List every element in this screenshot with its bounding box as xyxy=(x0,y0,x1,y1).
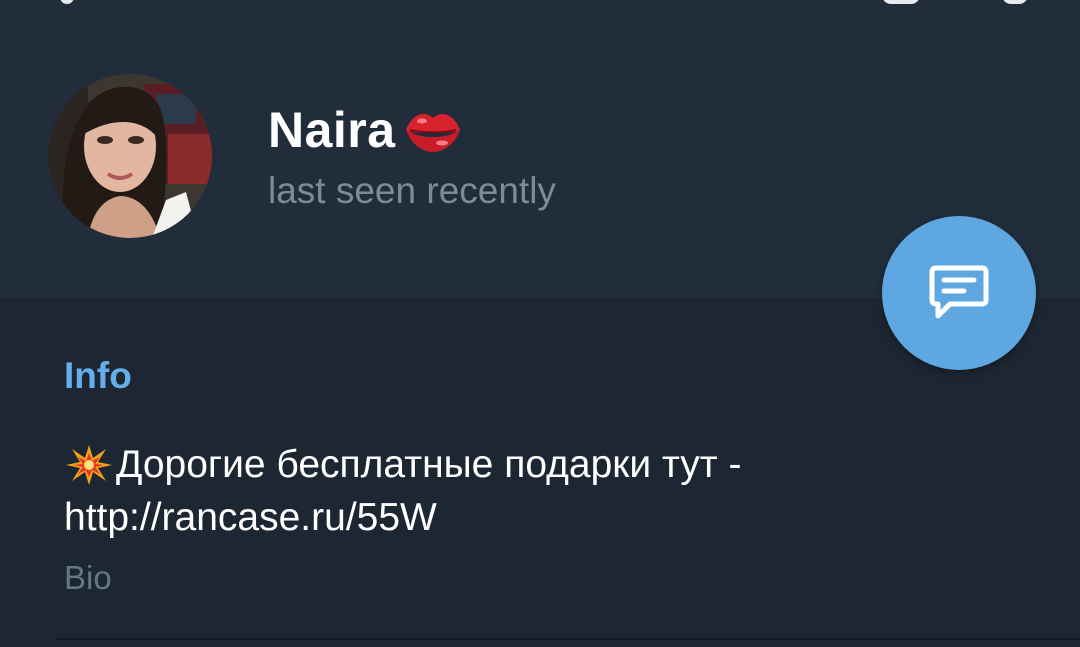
avatar[interactable] xyxy=(48,74,212,238)
bio-text: Дорогие бесплатные подарки тут - xyxy=(116,443,742,486)
collision-emoji xyxy=(66,445,112,485)
bio-link[interactable]: http://rancase.ru/55W xyxy=(64,496,437,539)
profile-name-row: Naira xyxy=(268,98,464,162)
user-photo xyxy=(48,74,212,238)
send-message-button[interactable] xyxy=(882,216,1036,370)
message-icon xyxy=(929,265,989,319)
bio-field-label: Bio xyxy=(64,559,112,596)
profile-name: Naira xyxy=(268,102,396,158)
status-bar-icon xyxy=(1002,0,1028,4)
bio-text-line[interactable]: Дорогие бесплатные подарки тут - xyxy=(64,440,741,490)
last-seen-status: last seen recently xyxy=(268,170,556,211)
info-section-title: Info xyxy=(64,355,132,396)
profile-screen: Naira last seen recently Info Дорогие бе… xyxy=(0,0,1080,647)
status-bar-icon xyxy=(882,0,920,4)
lips-emoji xyxy=(405,114,460,152)
divider xyxy=(56,638,1080,640)
status-bar-icon xyxy=(60,0,74,4)
bio-link-line[interactable]: http://rancase.ru/55W xyxy=(64,493,437,543)
